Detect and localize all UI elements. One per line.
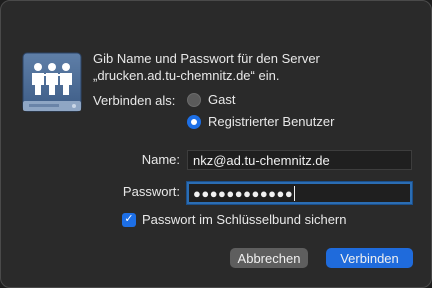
registered-user-radio[interactable] <box>187 114 201 129</box>
name-label: Name: <box>141 152 180 167</box>
connect-as-label: Verbinden als: <box>93 93 176 108</box>
guest-radio[interactable] <box>187 92 201 107</box>
name-field[interactable]: nkz@ad.tu-chemnitz.de <box>187 150 412 170</box>
password-field[interactable]: ●●●●●●●●●●●● <box>187 182 412 204</box>
keychain-label: Passwort im Schlüsselbund sichern <box>142 212 347 227</box>
cancel-button[interactable]: Abbrechen <box>230 248 308 268</box>
registered-user-radio-option[interactable]: Registrierter Benutzer <box>187 114 334 129</box>
dialog-message: Gib Name und Passwort für den Server „dr… <box>93 51 320 83</box>
keychain-checkbox[interactable]: ✓ <box>122 212 136 227</box>
password-mask: ●●●●●●●●●●●● <box>193 185 294 201</box>
guest-radio-label: Gast <box>208 92 236 107</box>
guest-radio-option[interactable]: Gast <box>187 92 235 107</box>
registered-user-radio-label: Registrierter Benutzer <box>208 114 335 129</box>
server-login-dialog: Gib Name und Passwort für den Server „dr… <box>0 0 432 288</box>
connect-button[interactable]: Verbinden <box>326 248 413 268</box>
shared-server-icon <box>22 52 82 112</box>
text-caret <box>294 185 296 201</box>
keychain-option[interactable]: ✓ Passwort im Schlüsselbund sichern <box>122 212 346 227</box>
password-label: Passwort: <box>122 184 180 199</box>
